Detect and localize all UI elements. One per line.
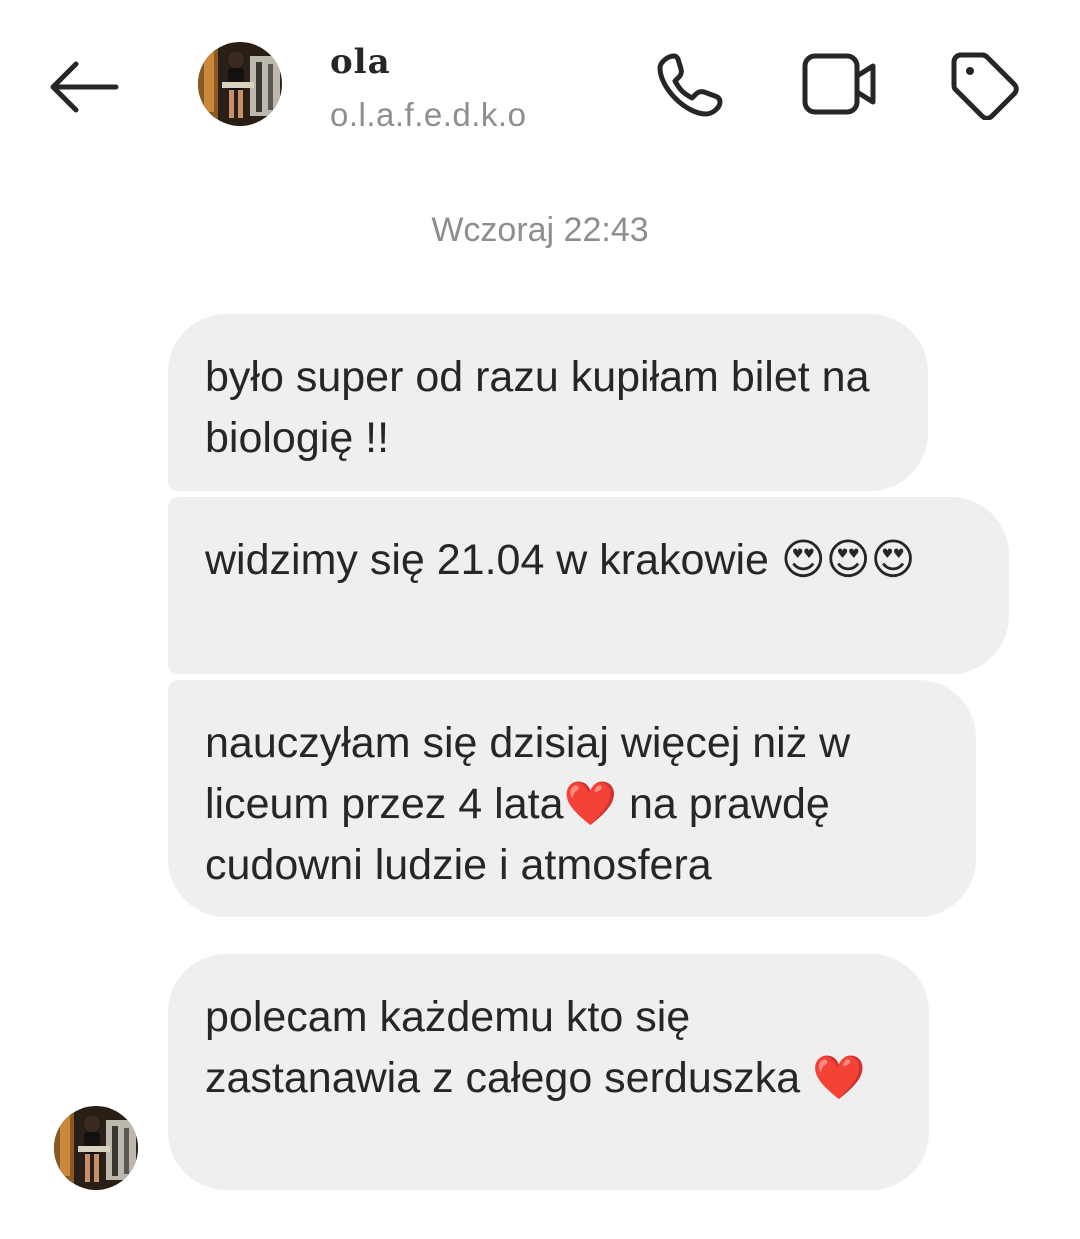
avatar[interactable] [198, 42, 282, 126]
video-camera-icon[interactable] [800, 50, 880, 118]
back-arrow-icon[interactable] [46, 56, 122, 116]
message-bubble[interactable]: polecam każdemu kto się zastanawia z cał… [168, 954, 929, 1190]
chat-header: ola o.l.a.f.e.d.k.o [0, 0, 1080, 170]
tag-icon[interactable] [946, 48, 1022, 121]
message-bubble[interactable]: nauczyłam się dzisiaj więcej niż w liceu… [168, 680, 976, 917]
phone-icon[interactable] [652, 50, 728, 122]
message-timestamp: Wczoraj 22:43 [431, 211, 649, 249]
message-bubble[interactable]: widzimy się 21.04 w krakowie 😍😍😍 [168, 497, 1009, 674]
sender-avatar[interactable] [54, 1106, 138, 1190]
contact-name[interactable]: ola [330, 42, 391, 82]
contact-handle[interactable]: o.l.a.f.e.d.k.o [330, 96, 526, 134]
message-bubble[interactable]: było super od razu kupiłam bilet na biol… [168, 314, 928, 491]
